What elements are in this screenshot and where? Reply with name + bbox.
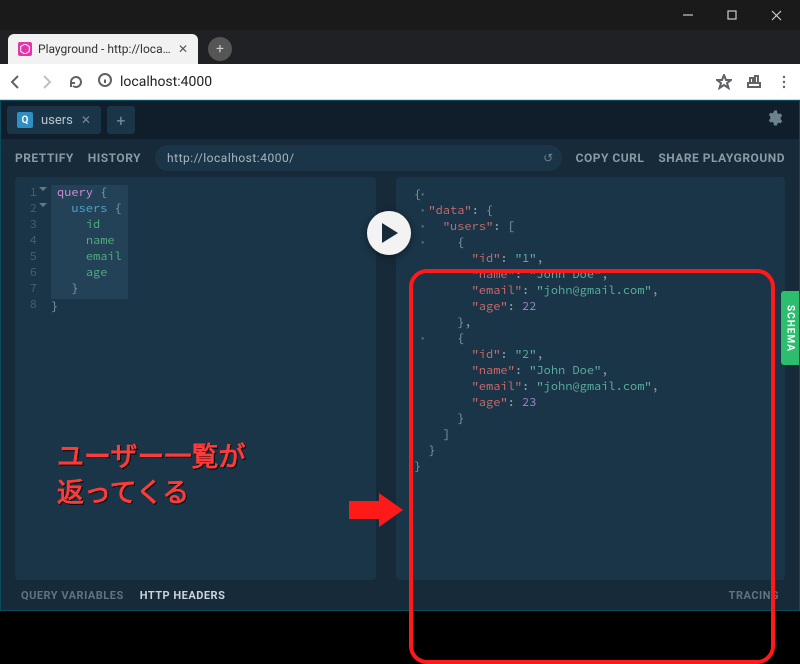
browser-tab-title: Playground - http://localhost:400: [38, 42, 172, 56]
playground-tab-label: users: [41, 113, 73, 128]
query-editor[interactable]: 1 2 3 4 5 6 7 8 query { users { id name …: [15, 177, 376, 580]
site-info-icon[interactable]: [98, 73, 112, 91]
tab-close-icon[interactable]: ✕: [178, 42, 188, 56]
query-code: query { users { id name email age } }: [51, 185, 368, 315]
new-tab-button[interactable]: +: [208, 37, 232, 61]
response-pane[interactable]: ▾{ ▾ "data": { ▾ "users": [ ▾ { "id": "1…: [396, 177, 785, 580]
settings-icon[interactable]: [765, 109, 783, 131]
star-icon[interactable]: [716, 74, 732, 90]
query-variables-tab[interactable]: QUERY VARIABLES: [21, 589, 124, 602]
playground-tabbar: Q users ✕ +: [1, 101, 799, 139]
tracing-tab[interactable]: TRACING: [729, 589, 779, 602]
playground-tab-close-icon[interactable]: ✕: [81, 113, 91, 127]
window-close-button[interactable]: [754, 1, 798, 29]
execute-button[interactable]: [367, 211, 411, 255]
playground-main: 1 2 3 4 5 6 7 8 query { users { id name …: [15, 177, 785, 580]
menu-icon[interactable]: [776, 74, 792, 90]
extension-icon[interactable]: [746, 74, 762, 90]
back-icon[interactable]: [8, 74, 24, 90]
browser-tabstrip: Playground - http://localhost:400 ✕ +: [0, 30, 800, 64]
playground-tab[interactable]: Q users ✕: [7, 106, 101, 134]
schema-drawer-handle[interactable]: SCHEMA: [781, 291, 799, 365]
playground-footer: QUERY VARIABLES HTTP HEADERS TRACING: [1, 580, 799, 610]
reload-icon[interactable]: [68, 74, 84, 90]
playground: Q users ✕ + PRETTIFY HISTORY http://loca…: [0, 100, 800, 611]
url-text[interactable]: localhost:4000: [120, 74, 212, 90]
window-titlebar: [0, 0, 800, 30]
browser-tab[interactable]: Playground - http://localhost:400 ✕: [8, 34, 198, 64]
window-minimize-button[interactable]: [666, 1, 710, 29]
copy-curl-button[interactable]: COPY CURL: [576, 151, 645, 165]
window-maximize-button[interactable]: [710, 1, 754, 29]
endpoint-reload-icon[interactable]: ↺: [543, 151, 554, 165]
endpoint-input[interactable]: http://localhost:4000/ ↺: [155, 145, 562, 171]
response-json: ▾{ ▾ "data": { ▾ "users": [ ▾ { "id": "1…: [414, 187, 775, 475]
playground-toolbar: PRETTIFY HISTORY http://localhost:4000/ …: [1, 139, 799, 177]
forward-icon[interactable]: [38, 74, 54, 90]
graphql-favicon-icon: [18, 42, 32, 56]
share-playground-button[interactable]: SHARE PLAYGROUND: [658, 151, 785, 165]
query-badge: Q: [17, 112, 33, 128]
prettify-button[interactable]: PRETTIFY: [15, 151, 74, 165]
http-headers-tab[interactable]: HTTP HEADERS: [140, 589, 226, 602]
playground-add-tab-button[interactable]: +: [107, 106, 135, 134]
history-button[interactable]: HISTORY: [88, 151, 141, 165]
browser-addressbar: localhost:4000: [0, 64, 800, 100]
line-gutter: 1 2 3 4 5 6 7 8: [15, 185, 43, 572]
endpoint-value: http://localhost:4000/: [167, 151, 295, 165]
